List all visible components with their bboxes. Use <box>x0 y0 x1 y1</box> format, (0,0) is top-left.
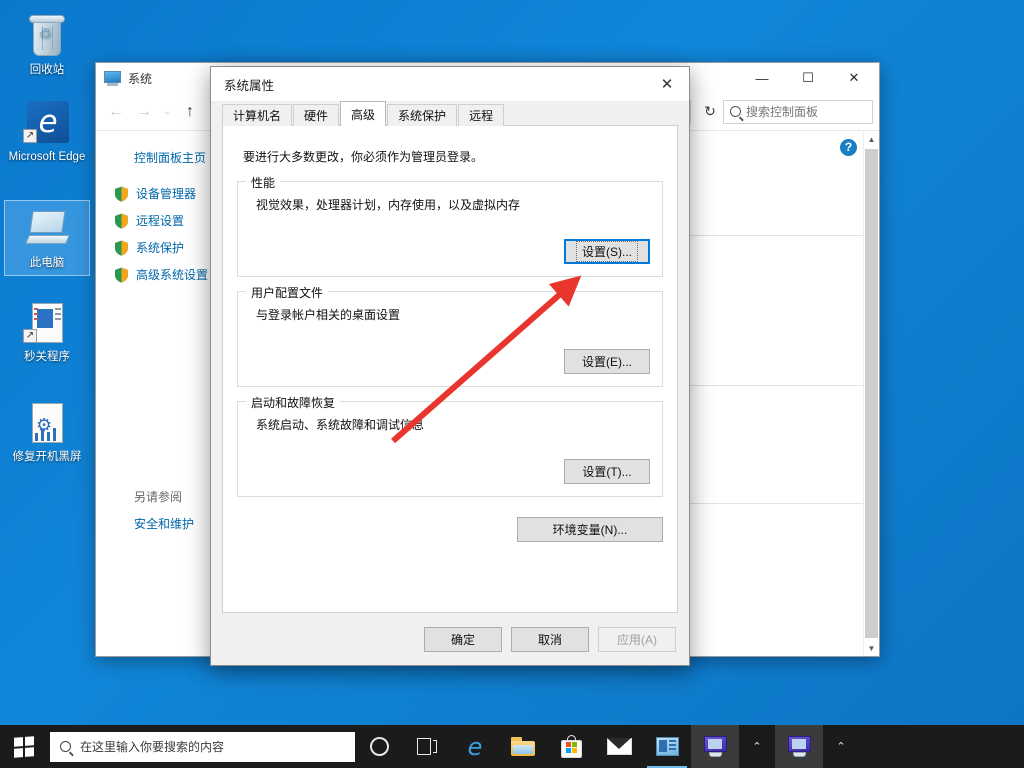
edge-icon: e <box>467 732 483 761</box>
search-icon <box>60 741 71 752</box>
taskbar-file-explorer-button[interactable] <box>499 725 547 768</box>
control-panel-icon <box>655 737 679 756</box>
task-view-button[interactable] <box>403 725 451 768</box>
desktop-icon-recycle-bin[interactable]: ♲ 回收站 <box>4 8 90 82</box>
sidebar-item-label: 高级系统设置 <box>136 268 209 282</box>
tab-remote[interactable]: 远程 <box>458 104 505 126</box>
performance-settings-label: 设置(S)... <box>576 241 638 262</box>
window-controls: — ☐ ✕ <box>739 63 877 93</box>
forward-button[interactable]: → <box>130 98 158 126</box>
recent-locations-button[interactable]: ⌄ <box>158 98 176 126</box>
cortana-button[interactable] <box>355 725 403 768</box>
edge-icon: e ↗ <box>23 99 71 147</box>
startup-recovery-settings-button[interactable]: 设置(T)... <box>564 459 650 484</box>
tab-panel-advanced: 要进行大多数更改，你必须作为管理员登录。 性能 视觉效果，处理器计划，内存使用，… <box>222 125 678 613</box>
shield-icon <box>114 240 129 256</box>
taskbar-control-panel-button[interactable] <box>643 725 691 768</box>
sidebar-item-label: 设备管理器 <box>136 187 197 201</box>
sidebar-item-label: 系统保护 <box>136 241 185 255</box>
up-button[interactable]: ↑ <box>176 98 204 126</box>
apply-button: 应用(A) <box>598 626 676 652</box>
help-icon[interactable]: ? <box>840 139 857 156</box>
taskbar-search-placeholder: 在这里输入你要搜索的内容 <box>80 740 225 754</box>
taskbar-system-properties-button-2[interactable] <box>775 725 823 768</box>
this-pc-icon <box>23 205 71 253</box>
minimize-button[interactable]: — <box>739 63 785 93</box>
system-icon <box>104 70 121 86</box>
group-description: 与登录帐户相关的桌面设置 <box>256 308 401 322</box>
maximize-button[interactable]: ☐ <box>785 63 831 93</box>
vertical-scrollbar[interactable]: ▲ ▼ <box>863 131 879 656</box>
dialog-title: 系统属性 <box>224 78 275 93</box>
microsoft-store-icon <box>560 735 582 758</box>
desktop-icon-label: 修复开机黑屏 <box>12 451 82 463</box>
desktop-icon-label: 此电脑 <box>29 257 65 269</box>
file-explorer-icon <box>511 737 535 756</box>
system-properties-dialog: 系统属性 ✕ 计算机名 硬件 高级 系统保护 远程 要进行大多数更改，你必须作为… <box>210 66 690 666</box>
tab-computer-name[interactable]: 计算机名 <box>222 104 293 126</box>
group-title: 用户配置文件 <box>246 284 329 301</box>
search-placeholder: 搜索控制面板 <box>746 105 819 119</box>
taskbar: 在这里输入你要搜索的内容 e ⌃ ⌃ <box>0 725 1024 768</box>
shield-icon <box>114 267 129 283</box>
taskbar-system-properties-button-1[interactable] <box>691 725 739 768</box>
taskbar-edge-button[interactable]: e <box>451 725 499 768</box>
show-hidden-icons-chevron-1[interactable]: ⌃ <box>739 725 775 768</box>
dialog-content: 计算机名 硬件 高级 系统保护 远程 要进行大多数更改，你必须作为管理员登录。 … <box>211 101 689 613</box>
sidebar-item-label: 远程设置 <box>136 214 185 228</box>
taskbar-search-box[interactable]: 在这里输入你要搜索的内容 <box>50 731 355 762</box>
group-performance: 性能 视觉效果，处理器计划，内存使用，以及虚拟内存 设置(S)... <box>237 174 663 277</box>
refresh-button[interactable]: ↻ <box>697 100 723 124</box>
group-startup-recovery: 启动和故障恢复 系统启动、系统故障和调试信息 设置(T)... <box>237 394 663 497</box>
scroll-up-arrow[interactable]: ▲ <box>864 131 879 147</box>
start-button[interactable] <box>0 725 48 768</box>
search-icon <box>730 106 741 117</box>
scrollbar-thumb[interactable] <box>865 149 878 638</box>
system-properties-icon <box>703 735 728 758</box>
dialog-tabstrip: 计算机名 硬件 高级 系统保护 远程 <box>222 101 678 126</box>
recycle-bin-icon: ♲ <box>23 12 71 60</box>
desktop-icon-this-pc[interactable]: 此电脑 <box>4 200 90 276</box>
cancel-button[interactable]: 取消 <box>511 626 589 652</box>
taskbar-mail-button[interactable] <box>595 725 643 768</box>
close-button[interactable]: ✕ <box>831 63 877 93</box>
performance-settings-button[interactable]: 设置(S)... <box>564 239 650 264</box>
desktop-icon-fix-black-screen[interactable]: ⚙ 修复开机黑屏 <box>4 395 90 469</box>
show-hidden-icons-chevron-2[interactable]: ⌃ <box>823 725 859 768</box>
group-user-profiles: 用户配置文件 与登录帐户相关的桌面设置 设置(E)... <box>237 284 663 387</box>
tab-system-protection[interactable]: 系统保护 <box>387 104 458 126</box>
dialog-titlebar: 系统属性 ✕ <box>211 67 689 101</box>
taskbar-store-button[interactable] <box>547 725 595 768</box>
shield-icon <box>114 213 129 229</box>
user-profiles-settings-button[interactable]: 设置(E)... <box>564 349 650 374</box>
desktop-icon-label: 回收站 <box>29 64 65 76</box>
scroll-down-arrow[interactable]: ▼ <box>864 640 879 656</box>
desktop-icon-label: Microsoft Edge <box>8 151 86 163</box>
shield-icon <box>114 186 129 202</box>
ok-button[interactable]: 确定 <box>424 626 502 652</box>
fix-black-screen-icon: ⚙ <box>23 399 71 447</box>
tab-advanced[interactable]: 高级 <box>340 101 387 126</box>
windows-logo-icon <box>14 735 34 758</box>
group-title: 性能 <box>246 174 281 191</box>
back-button[interactable]: ← <box>102 98 130 126</box>
desktop-icon-microsoft-edge[interactable]: e ↗ Microsoft Edge <box>4 95 90 169</box>
search-box[interactable]: 搜索控制面板 <box>723 99 873 124</box>
cortana-icon <box>369 737 389 756</box>
tab-hardware[interactable]: 硬件 <box>293 104 340 126</box>
system-properties-icon <box>787 735 812 758</box>
desktop-icon-label: 秒关程序 <box>24 351 70 363</box>
control-panel-title: 系统 <box>128 71 153 86</box>
dialog-footer: 确定 取消 应用(A) <box>211 613 689 665</box>
desktop-icon-quick-close-program[interactable]: ↗ 秒关程序 <box>4 295 90 369</box>
admin-notice: 要进行大多数更改，你必须作为管理员登录。 <box>243 150 484 164</box>
group-description: 视觉效果，处理器计划，内存使用，以及虚拟内存 <box>256 198 521 212</box>
group-description: 系统启动、系统故障和调试信息 <box>256 418 425 432</box>
task-view-icon <box>416 738 438 755</box>
dialog-close-button[interactable]: ✕ <box>645 67 689 101</box>
mail-icon <box>606 738 632 755</box>
environment-variables-button[interactable]: 环境变量(N)... <box>517 517 663 542</box>
quick-close-program-icon: ↗ <box>23 299 71 347</box>
group-title: 启动和故障恢复 <box>246 394 341 411</box>
